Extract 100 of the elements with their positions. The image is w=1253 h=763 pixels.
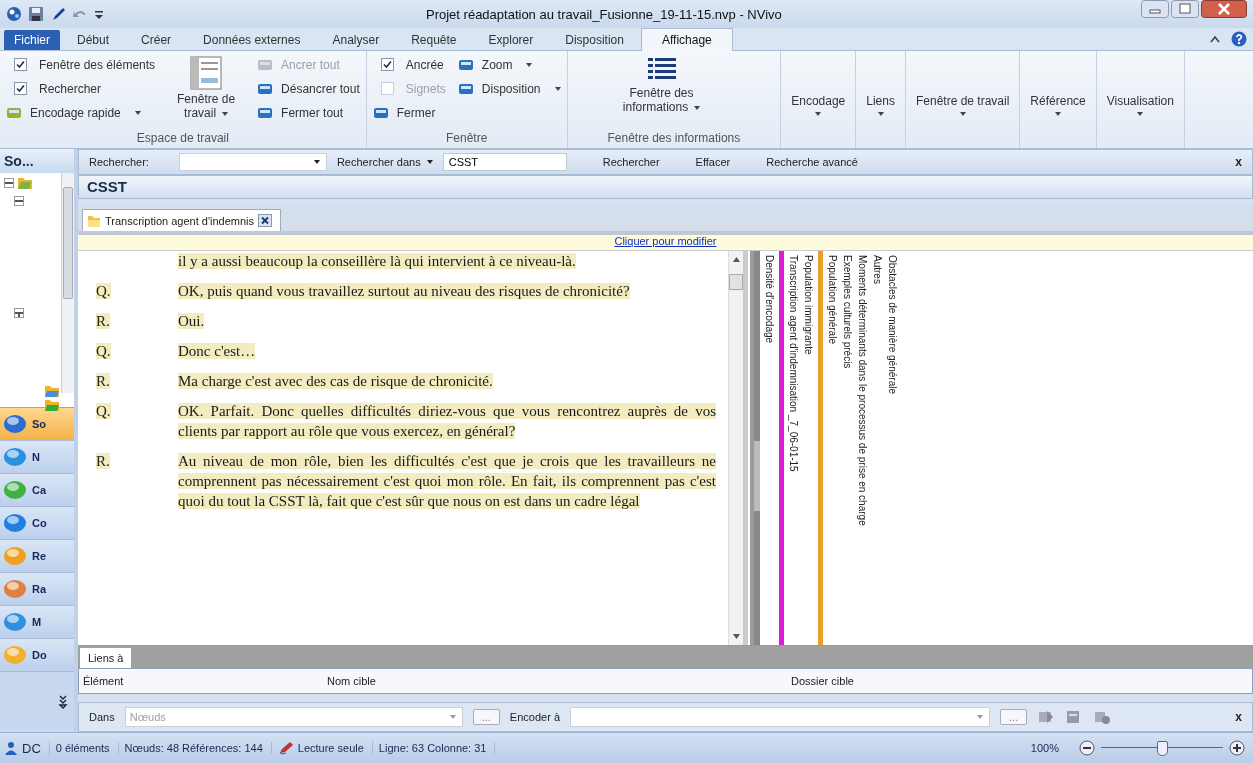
zoom-out-icon[interactable] xyxy=(1079,740,1095,756)
close-button[interactable] xyxy=(1201,0,1247,18)
column-header[interactable]: Dossier cible xyxy=(787,675,1252,687)
checkbox-label[interactable]: Ancrée xyxy=(405,57,444,72)
search-bar-button[interactable]: Recherche avancé xyxy=(766,156,858,168)
stripe-label[interactable]: Population générale xyxy=(827,251,838,344)
close-button[interactable]: x xyxy=(1235,710,1242,724)
scrollbar[interactable] xyxy=(728,251,743,645)
pencil-icon xyxy=(277,741,294,755)
ribbon-command[interactable]: Fermer tout xyxy=(257,102,360,123)
ribbon-tab[interactable]: Affichage xyxy=(640,28,733,51)
scroll-down-icon[interactable] xyxy=(732,634,740,639)
ribbon-large-button[interactable]: Fenêtre des informations xyxy=(607,54,716,116)
more-icon[interactable] xyxy=(58,695,68,709)
slider-thumb[interactable] xyxy=(1157,741,1168,756)
checkbox[interactable] xyxy=(14,58,27,71)
checkbox[interactable] xyxy=(14,82,27,95)
checkbox-label[interactable]: Fenêtre des éléments xyxy=(39,57,156,72)
search-bar-button[interactable]: Effacer xyxy=(695,156,731,168)
close-button[interactable]: x xyxy=(1235,155,1242,169)
stripe-label[interactable]: Densité d'encodage xyxy=(764,251,775,344)
document-tab[interactable]: Transcription agent d'indemnis xyxy=(82,209,282,231)
file-tab[interactable]: Fichier xyxy=(4,30,60,50)
search-scope-field[interactable]: CSST xyxy=(442,153,567,171)
ribbon-tab[interactable]: Début xyxy=(62,30,125,50)
restore-button[interactable] xyxy=(1171,0,1199,18)
navigation-button[interactable]: M xyxy=(0,606,74,639)
collapse-ribbon-icon[interactable] xyxy=(1209,34,1221,44)
window-icon xyxy=(6,105,22,120)
navigation-button[interactable]: Ra xyxy=(0,573,74,606)
orb-icon xyxy=(2,611,28,633)
ribbon-tab[interactable]: Requête xyxy=(396,30,472,50)
orb-icon xyxy=(2,545,28,567)
ribbon-tab[interactable]: Disposition xyxy=(550,30,639,50)
ribbon-command[interactable]: Encodage rapide xyxy=(6,102,156,123)
scrollbar-thumb[interactable] xyxy=(729,274,743,290)
code-icon[interactable] xyxy=(1037,709,1056,725)
ribbon-tab[interactable]: Données externes xyxy=(188,30,316,50)
checkbox-label[interactable]: Rechercher xyxy=(39,81,102,96)
folder-icon xyxy=(17,176,33,190)
ribbon-menu-button[interactable]: Visualisation xyxy=(1102,54,1178,118)
ribbon-menu-button[interactable]: Référence xyxy=(1026,54,1090,118)
ribbon-tab[interactable]: Analyser xyxy=(317,30,395,50)
ribbon-command[interactable]: Disposition xyxy=(457,78,561,99)
navigation-button[interactable]: Ca xyxy=(0,474,74,507)
stripe-label[interactable]: Moments déterminants dans le processus de prise en charge xyxy=(857,251,868,526)
stripe-label[interactable]: Autres xyxy=(872,251,883,284)
navigation-button[interactable]: N xyxy=(0,441,74,474)
save-icon[interactable] xyxy=(28,6,44,22)
group-label: Fenêtre xyxy=(444,130,489,147)
column-header[interactable]: Nom cible xyxy=(323,675,787,687)
search-field[interactable] xyxy=(178,153,327,171)
ribbon-menu-button[interactable]: Liens xyxy=(862,54,899,118)
navigation-button[interactable]: Co xyxy=(0,507,74,540)
orb-icon xyxy=(2,413,28,435)
window-icon xyxy=(457,57,474,72)
stripe-label[interactable]: Population immigrante xyxy=(803,251,814,355)
ribbon-tab[interactable]: Explorer xyxy=(473,30,549,50)
ribbon-menu-button[interactable]: Encodage xyxy=(787,54,850,118)
search-scope-button[interactable]: Rechercher dans xyxy=(336,156,433,168)
browse-button[interactable]: ... xyxy=(472,709,500,725)
stripe-label[interactable]: Obstacles de manière générale xyxy=(887,251,898,394)
ribbon-command[interactable]: Désancrer tout xyxy=(257,78,360,99)
zoom-level: 100% xyxy=(1030,742,1060,754)
pen-icon[interactable] xyxy=(50,6,66,22)
ribbon-menu-button[interactable]: Fenêtre de travail xyxy=(911,54,1014,118)
status-item: Lecture seule xyxy=(297,742,364,754)
ribbon-command[interactable]: Fermer xyxy=(372,102,446,123)
scrollbar[interactable] xyxy=(61,173,74,393)
zoom-in-icon[interactable] xyxy=(1229,740,1245,756)
navigation-button[interactable]: So xyxy=(0,408,74,441)
transcript-paragraph: OK, puis quand vous travaillez surtout au niveau des risques de chronicité? xyxy=(178,282,630,301)
close-icon[interactable] xyxy=(258,214,273,227)
transcript-paragraph: OK. Parfait. Donc quelles difficultés diriez-vous que vous rencontrez auprès de vos clients par rapport au rôle que vous exercez, en général? xyxy=(178,402,716,441)
in-label: Dans xyxy=(89,711,115,723)
help-icon[interactable] xyxy=(1231,31,1247,47)
app-icon[interactable] xyxy=(6,6,22,22)
spread-icon[interactable] xyxy=(1093,709,1112,725)
column-header[interactable]: Élément xyxy=(79,675,323,687)
stripe-label[interactable]: Transcription agent d'indemnisation _7_06-01-15 xyxy=(788,251,799,472)
document-title: CSST xyxy=(78,175,1253,199)
links-tab[interactable]: Liens à xyxy=(80,648,132,668)
ribbon-large-button[interactable]: Fenêtre de travail xyxy=(167,54,246,122)
checkbox[interactable] xyxy=(380,58,394,71)
user-icon xyxy=(4,741,18,755)
search-bar-button[interactable]: Rechercher xyxy=(602,156,660,168)
transcript-paragraph: Ma charge c'est avec des cas de risque de chronicité. xyxy=(178,372,493,391)
stripe-label[interactable]: Exemples culturels précis xyxy=(842,251,853,369)
window-icon xyxy=(257,105,274,120)
navigation-button[interactable]: Do xyxy=(0,639,74,672)
ribbon-command[interactable]: Zoom xyxy=(457,54,561,75)
scrollbar-thumb[interactable] xyxy=(63,187,73,299)
window-icon xyxy=(457,81,474,96)
ribbon-tab[interactable]: Créer xyxy=(126,30,187,50)
expand-icon[interactable] xyxy=(14,308,24,318)
navigation-button[interactable]: Re xyxy=(0,540,74,573)
edit-link[interactable]: Cliquer pour modifier xyxy=(614,235,717,250)
orb-icon xyxy=(2,479,28,501)
scroll-up-icon[interactable] xyxy=(732,257,740,262)
zoom-slider[interactable] xyxy=(1101,740,1223,756)
